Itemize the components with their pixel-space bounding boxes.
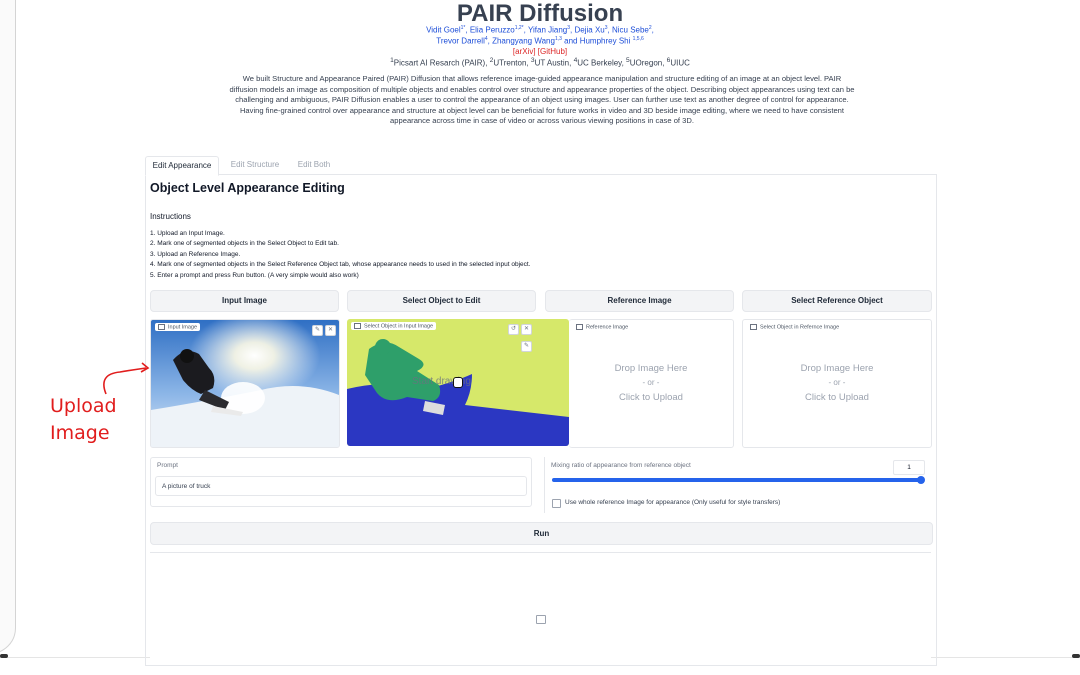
mixing-ratio-slider[interactable]: [552, 478, 922, 482]
reference-object-dropzone[interactable]: Select Object in Refernce Image Drop Ima…: [742, 319, 932, 448]
tab-edit-both[interactable]: Edit Both: [292, 156, 336, 174]
input-image-label: Input Image: [155, 323, 201, 332]
page-title: PAIR Diffusion: [456, 0, 624, 27]
click-to-upload-text: Click to Upload: [805, 392, 869, 403]
select-object-label: Select Object in Input Image: [351, 322, 437, 331]
drop-image-text: Drop Image Here: [614, 363, 688, 374]
reference-image-label: Reference Image: [573, 323, 632, 332]
select-reference-object-button[interactable]: Select Reference Object: [742, 290, 932, 312]
output-image-area: [150, 552, 931, 663]
reference-image-dropzone[interactable]: Reference Image Drop Image Here - or - C…: [569, 319, 734, 448]
whole-reference-label: Use whole reference Image for appearance…: [565, 499, 781, 506]
author-link[interactable]: Vidit Goel: [426, 26, 461, 35]
image-icon: [354, 323, 361, 329]
whole-reference-checkbox[interactable]: [552, 499, 561, 508]
hand-cursor-icon: [453, 377, 463, 388]
instruction-item: 5. Enter a prompt and press Run button. …: [150, 271, 359, 279]
section-heading: Object Level Appearance Editing: [150, 181, 345, 195]
author-link[interactable]: Trevor Darrell: [436, 37, 485, 46]
author-link[interactable]: Zhangyang Wang: [492, 37, 555, 46]
reference-image-button[interactable]: Reference Image: [545, 290, 734, 312]
run-button[interactable]: Run: [150, 522, 933, 545]
instructions-list: 1. Upload an Input Image. 2. Mark one of…: [150, 229, 531, 281]
instruction-item: 2. Mark one of segmented objects in the …: [150, 240, 339, 248]
image-placeholder-icon: [536, 615, 546, 624]
reference-object-label: Select Object in Refernce Image: [747, 323, 843, 332]
arxiv-link[interactable]: [arXiv]: [513, 47, 536, 56]
image-icon: [158, 324, 165, 330]
author-link[interactable]: Dejia Xu: [574, 26, 604, 35]
image-icon: [750, 324, 757, 330]
close-icon[interactable]: ✕: [521, 324, 532, 335]
prompt-input[interactable]: A picture of truck: [155, 476, 527, 496]
instructions-title: Instructions: [150, 212, 191, 221]
affiliations: 1Picsart AI Resarch (PAIR), 2UTrenton, 3…: [390, 57, 690, 68]
author-link[interactable]: Yifan Jiang: [528, 26, 567, 35]
snowboarder-photo: [151, 320, 339, 447]
click-to-upload-text: Click to Upload: [619, 392, 683, 403]
slider-thumb[interactable]: [917, 476, 925, 484]
input-image-box[interactable]: Input Image ✎ ✕: [150, 319, 340, 448]
corner-mark-left: [0, 654, 8, 658]
abstract: We built Structure and Appearance Paired…: [229, 74, 855, 126]
github-link[interactable]: [GitHub]: [538, 47, 567, 56]
select-object-button[interactable]: Select Object to Edit: [347, 290, 536, 312]
author-link[interactable]: Nicu Sebe: [612, 26, 649, 35]
upload-image-annotation: Upload Image: [50, 395, 117, 444]
author-link[interactable]: Humphrey Shi: [580, 37, 631, 46]
authors-line-2: Trevor Darrell4, Zhangyang Wang1,3 and H…: [436, 36, 644, 46]
or-text: - or -: [828, 378, 846, 387]
select-object-canvas[interactable]: Select Object in Input Image ↺ ✕ ✎ Start…: [347, 319, 569, 446]
window-frame-edge: [0, 0, 16, 654]
image-icon: [576, 324, 583, 330]
edit-icon[interactable]: ✎: [312, 325, 323, 336]
instruction-item: 4. Mark one of segmented objects in the …: [150, 261, 531, 269]
undo-icon[interactable]: ↺: [508, 324, 519, 335]
prompt-label: Prompt: [157, 462, 178, 469]
mixing-ratio-number-input[interactable]: 1: [893, 460, 925, 475]
author-link[interactable]: Elia Peruzzo: [470, 26, 515, 35]
mixing-ratio-label: Mixing ratio of appearance from referenc…: [551, 462, 691, 469]
close-icon[interactable]: ✕: [325, 325, 336, 336]
paper-links: [arXiv] [GitHub]: [0, 47, 1080, 56]
or-text: - or -: [642, 378, 660, 387]
corner-mark-right: [1072, 654, 1080, 658]
tab-edit-structure[interactable]: Edit Structure: [224, 156, 286, 174]
input-image-button[interactable]: Input Image: [150, 290, 339, 312]
instruction-item: 1. Upload an Input Image.: [150, 230, 225, 237]
authors-line-1: Vidit Goel1*, Elia Peruzzo1,2*, Yifan Ji…: [426, 25, 654, 35]
tab-edit-appearance[interactable]: Edit Appearance: [145, 156, 219, 176]
instruction-item: 3. Upload an Reference Image.: [150, 250, 241, 258]
drop-image-text: Drop Image Here: [800, 363, 874, 374]
brush-icon[interactable]: ✎: [521, 341, 532, 352]
